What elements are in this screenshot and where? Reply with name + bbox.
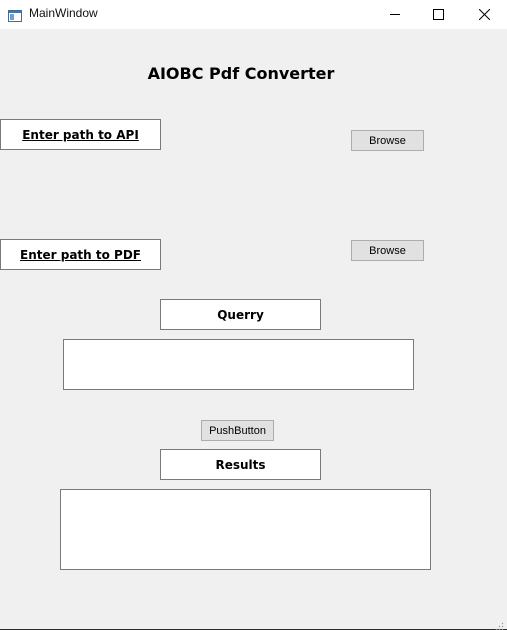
push-button[interactable]: PushButton [201,420,274,441]
results-output[interactable] [60,489,431,570]
pdf-path-label: Enter path to PDF [0,239,161,270]
query-input[interactable] [63,339,414,390]
close-icon [478,9,490,20]
minimize-icon [389,9,401,20]
page-title: AIOBC Pdf Converter [147,64,335,83]
size-grip-icon[interactable] [494,616,504,630]
app-window-icon [8,7,22,22]
window-title: MainWindow [29,6,98,20]
main-window: MainWindow AIOBC Pdf Converter Enter pat… [0,0,507,630]
query-label: Querry [160,299,321,330]
close-button[interactable] [461,0,507,29]
minimize-button[interactable] [372,0,418,29]
api-path-label: Enter path to API [0,119,161,150]
results-label: Results [160,449,321,480]
browse-api-button[interactable]: Browse [351,130,424,151]
browse-pdf-button[interactable]: Browse [351,240,424,261]
title-bar[interactable]: MainWindow [0,0,507,29]
maximize-button[interactable] [415,0,461,29]
maximize-icon [432,9,444,20]
